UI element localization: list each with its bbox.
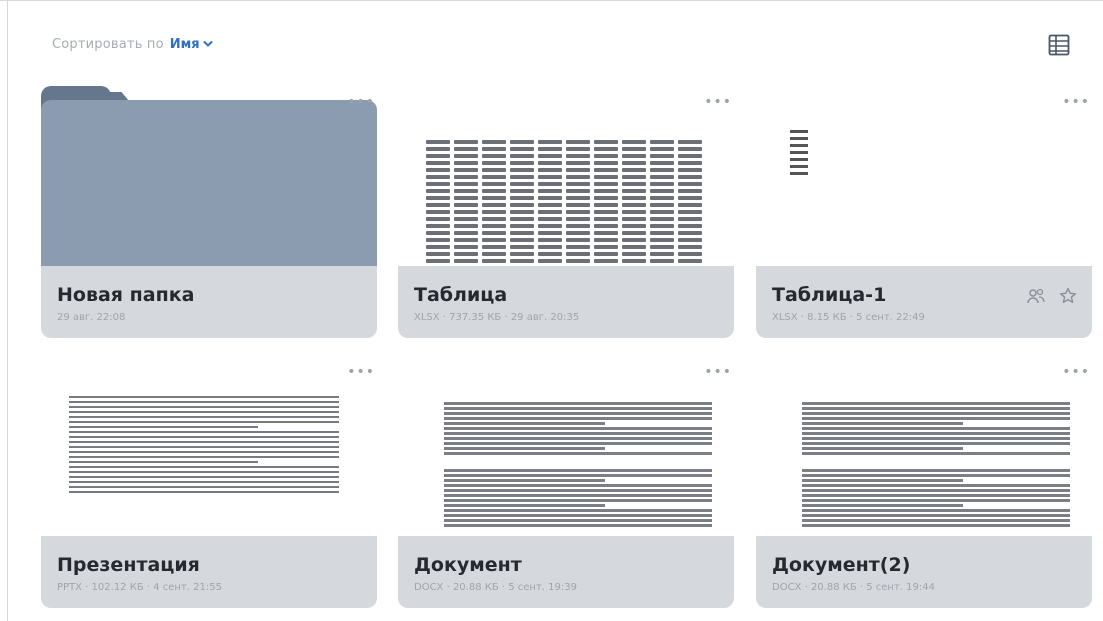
sort-label: Сортировать по	[52, 36, 164, 52]
card-title: Новая папка	[57, 284, 195, 306]
file-card-pptx[interactable]: ••• Презентация PPTX · 102.12 КБ · 4 сен…	[41, 364, 377, 616]
card-meta: PPTX · 102.12 КБ · 4 сент. 21:55	[57, 582, 222, 593]
card-meta: DOCX · 20.88 КБ · 5 сент. 19:39	[414, 582, 577, 593]
frame-top-border	[0, 0, 1103, 1]
card-title: Документ	[414, 554, 522, 576]
document-preview	[802, 402, 1070, 527]
more-icon[interactable]: •••	[704, 94, 732, 110]
file-preview	[398, 100, 734, 266]
card-title: Презентация	[57, 554, 200, 576]
file-card-docx[interactable]: ••• Документ(2) DOCX · 20.88 КБ · 5 сент…	[756, 364, 1092, 616]
card-meta: XLSX · 737.35 КБ · 29 авг. 20:35	[414, 312, 580, 323]
more-icon[interactable]: •••	[347, 94, 375, 110]
file-card-xlsx[interactable]: ••• Таблица XLSX · 737.35 КБ · 29 авг. 2…	[398, 94, 734, 346]
card-title: Таблица	[414, 284, 508, 306]
file-preview	[756, 370, 1092, 536]
file-card-xlsx[interactable]: ••• Таблица-1 XLSX · 8.15 КБ · 5 сент. 2…	[756, 94, 1092, 346]
card-meta: XLSX · 8.15 КБ · 5 сент. 22:49	[772, 312, 925, 323]
card-meta: 29 авг. 22:08	[57, 312, 126, 323]
more-icon[interactable]: •••	[1062, 94, 1090, 110]
more-icon[interactable]: •••	[1062, 364, 1090, 380]
folder-icon	[41, 100, 377, 266]
file-card-docx[interactable]: ••• Документ DOCX · 20.88 КБ · 5 сент. 1…	[398, 364, 734, 616]
card-footer: Документ DOCX · 20.88 КБ · 5 сент. 19:39	[398, 536, 734, 608]
share-users-icon[interactable]	[1026, 286, 1046, 306]
card-actions	[1026, 286, 1078, 306]
spreadsheet-preview	[426, 140, 702, 263]
file-preview	[41, 370, 377, 536]
chevron-down-icon	[203, 41, 213, 47]
card-footer: Документ(2) DOCX · 20.88 КБ · 5 сент. 19…	[756, 536, 1092, 608]
more-icon[interactable]: •••	[347, 364, 375, 380]
more-icon[interactable]: •••	[704, 364, 732, 380]
card-title: Документ(2)	[772, 554, 911, 576]
spreadsheet-preview	[790, 130, 808, 175]
table-view-icon[interactable]	[1047, 33, 1071, 57]
file-card-folder[interactable]: ••• Новая папка 29 авг. 22:08	[41, 86, 377, 346]
file-preview	[756, 100, 1092, 266]
file-preview	[398, 370, 734, 536]
card-footer: Таблица XLSX · 737.35 КБ · 29 авг. 20:35	[398, 266, 734, 338]
card-title: Таблица-1	[772, 284, 887, 306]
card-meta: DOCX · 20.88 КБ · 5 сент. 19:44	[772, 582, 935, 593]
star-icon[interactable]	[1058, 286, 1078, 306]
document-preview	[444, 402, 712, 527]
sort-dropdown[interactable]: Имя	[170, 37, 213, 52]
card-footer: Презентация PPTX · 102.12 КБ · 4 сент. 2…	[41, 536, 377, 608]
card-footer: Таблица-1 XLSX · 8.15 КБ · 5 сент. 22:49	[756, 266, 1092, 338]
sort-value: Имя	[169, 36, 200, 52]
card-footer: Новая папка 29 авг. 22:08	[41, 266, 377, 338]
presentation-preview	[69, 396, 339, 493]
frame-left-border	[7, 0, 8, 621]
sort-bar: Сортировать по Имя	[52, 34, 213, 54]
